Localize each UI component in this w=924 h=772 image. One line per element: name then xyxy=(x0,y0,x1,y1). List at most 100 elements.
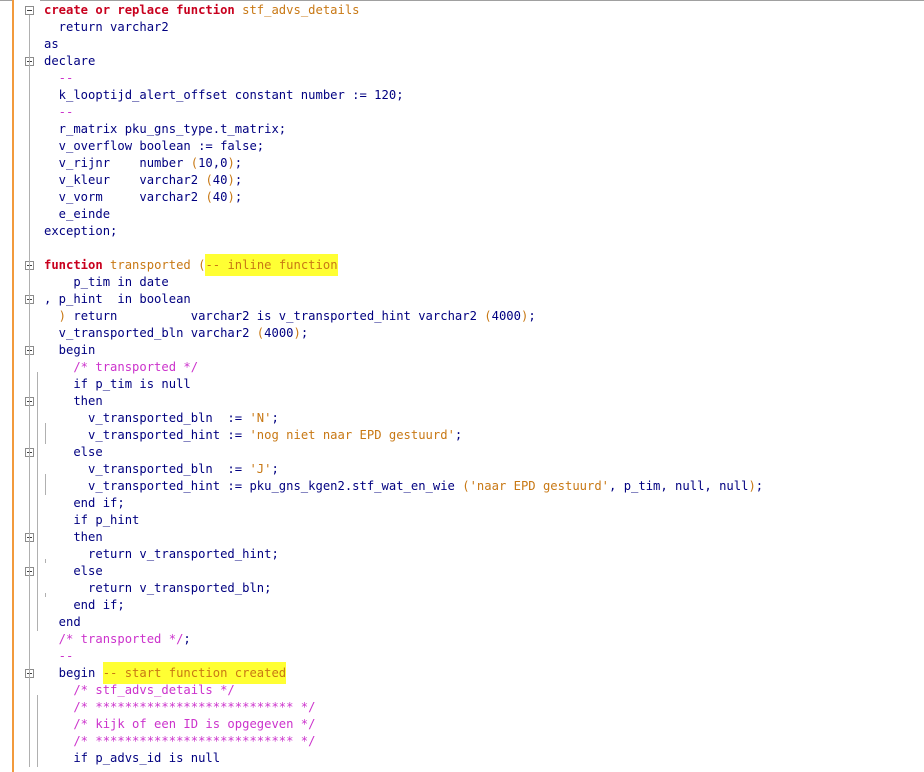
code-token: return v_transported_bln; xyxy=(44,581,272,595)
code-token: -- xyxy=(44,71,74,85)
fold-guide-line xyxy=(45,474,46,495)
code-token: 4000 xyxy=(264,326,294,340)
code-line[interactable]: function transported (-- inline function xyxy=(44,254,924,276)
code-line[interactable]: if p_hint xyxy=(44,512,924,529)
code-token: -- xyxy=(44,105,74,119)
code-token: ; xyxy=(300,326,309,340)
code-token: 10,0 xyxy=(198,156,228,170)
code-token: 'N' xyxy=(249,411,272,425)
code-token: 'naar EPD gestuurd' xyxy=(469,479,610,493)
code-line[interactable]: then xyxy=(44,393,924,410)
code-line[interactable]: end if; xyxy=(44,495,924,512)
code-line[interactable]: end xyxy=(44,614,924,631)
code-token: stf_advs_details xyxy=(242,3,360,17)
code-token: -- xyxy=(44,649,74,663)
code-line[interactable]: v_vorm varchar2 (40); xyxy=(44,189,924,206)
code-line[interactable]: begin -- start function created xyxy=(44,662,924,684)
code-token: p_tim in date xyxy=(44,275,169,289)
code-line[interactable]: -- xyxy=(44,70,924,87)
code-line[interactable]: /* *************************** */ xyxy=(44,733,924,750)
code-line[interactable]: r_matrix pku_gns_type.t_matrix; xyxy=(44,121,924,138)
code-line[interactable]: e_einde xyxy=(44,206,924,223)
code-token: ( xyxy=(198,258,206,272)
code-line[interactable]: if p_advs_id is null xyxy=(44,750,924,767)
code-token: create or replace function xyxy=(44,3,243,17)
code-line[interactable]: -- xyxy=(44,104,924,121)
code-token: ) xyxy=(44,309,74,323)
code-area[interactable]: create or replace function stf_advs_deta… xyxy=(44,2,924,767)
fold-guide-line xyxy=(45,593,46,597)
code-token: ; xyxy=(271,462,279,476)
code-token: if p_hint xyxy=(44,513,140,527)
code-token: ( xyxy=(484,309,492,323)
code-token: ; xyxy=(454,428,463,442)
code-token: ; xyxy=(234,156,243,170)
code-token: ( xyxy=(190,156,199,170)
code-line[interactable]: create or replace function stf_advs_deta… xyxy=(44,2,924,19)
fold-guide-line xyxy=(29,15,30,767)
code-token: v_overflow boolean := false; xyxy=(44,139,265,153)
code-token: ; xyxy=(183,632,191,646)
code-token: v_transported_bln varchar2 xyxy=(44,326,257,340)
code-token: end if; xyxy=(44,496,125,510)
code-editor[interactable]: create or replace function stf_advs_deta… xyxy=(0,0,924,772)
code-line[interactable]: /* kijk of een ID is opgegeven */ xyxy=(44,716,924,733)
code-line[interactable]: /* transported */; xyxy=(44,631,924,648)
code-line[interactable]: , p_hint in boolean xyxy=(44,291,924,308)
code-line[interactable]: else xyxy=(44,563,924,580)
code-line[interactable]: as xyxy=(44,36,924,53)
code-token: ( xyxy=(205,173,213,187)
code-line[interactable]: declare xyxy=(44,53,924,70)
code-line[interactable]: /* stf_advs_details */ xyxy=(44,682,924,699)
code-token: end xyxy=(44,615,81,629)
code-line[interactable]: p_tim in date xyxy=(44,274,924,291)
code-line[interactable]: v_transported_hint := 'nog niet naar EPD… xyxy=(44,427,924,444)
code-line[interactable]: exception; xyxy=(44,223,924,240)
code-token: 40 xyxy=(212,190,228,204)
code-line[interactable]: return varchar2 xyxy=(44,19,924,36)
code-line[interactable]: v_transported_hint := pku_gns_kgen2.stf_… xyxy=(44,478,924,495)
code-token: , p_hint in boolean xyxy=(44,292,191,306)
code-token: return varchar2 is v_transported_hint va… xyxy=(73,309,485,323)
code-line[interactable]: v_overflow boolean := false; xyxy=(44,138,924,155)
code-line[interactable]: end if; xyxy=(44,597,924,614)
code-line[interactable]: v_kleur varchar2 (40); xyxy=(44,172,924,189)
code-token: else xyxy=(44,564,103,578)
code-token: then xyxy=(44,530,103,544)
code-line[interactable]: return v_transported_bln; xyxy=(44,580,924,597)
code-token: return varchar2 xyxy=(44,20,169,34)
code-line[interactable]: k_looptijd_alert_offset constant number … xyxy=(44,87,924,104)
code-token: 4000 xyxy=(491,309,521,323)
code-token: v_transported_bln := xyxy=(44,462,250,476)
code-line[interactable]: v_rijnr number (10,0); xyxy=(44,155,924,172)
code-line[interactable]: v_transported_bln varchar2 (4000); xyxy=(44,325,924,342)
code-line[interactable]: begin xyxy=(44,342,924,359)
code-line[interactable]: v_transported_bln := 'N'; xyxy=(44,410,924,427)
code-line[interactable]: ) return varchar2 is v_transported_hint … xyxy=(44,308,924,325)
code-line[interactable]: if p_tim is null xyxy=(44,376,924,393)
code-line[interactable]: then xyxy=(44,529,924,546)
code-token: /* transported */ xyxy=(44,632,184,646)
code-token: if p_tim is null xyxy=(44,377,191,391)
code-line[interactable]: return v_transported_hint; xyxy=(44,546,924,563)
code-token: else xyxy=(44,445,103,459)
code-token: v_vorm varchar2 xyxy=(44,190,206,204)
code-token: e_einde xyxy=(44,207,111,221)
code-token: ) xyxy=(227,190,235,204)
code-token: if p_advs_id is null xyxy=(44,751,221,765)
code-token: exception; xyxy=(44,224,118,238)
code-line[interactable]: /* transported */ xyxy=(44,359,924,376)
code-line[interactable]: else xyxy=(44,444,924,461)
code-token: ( xyxy=(205,190,213,204)
code-line[interactable]: /* *************************** */ xyxy=(44,699,924,716)
code-token: ; xyxy=(234,173,243,187)
code-token: v_transported_hint := xyxy=(44,428,250,442)
code-token: function xyxy=(44,258,111,272)
code-token: begin xyxy=(44,666,103,680)
fold-toggle-icon[interactable] xyxy=(25,6,34,15)
code-token: ) xyxy=(227,156,235,170)
code-line[interactable] xyxy=(44,240,924,257)
code-line[interactable]: v_transported_bln := 'J'; xyxy=(44,461,924,478)
code-token: v_transported_bln := xyxy=(44,411,250,425)
highlighted-comment: -- start function created xyxy=(102,662,287,684)
